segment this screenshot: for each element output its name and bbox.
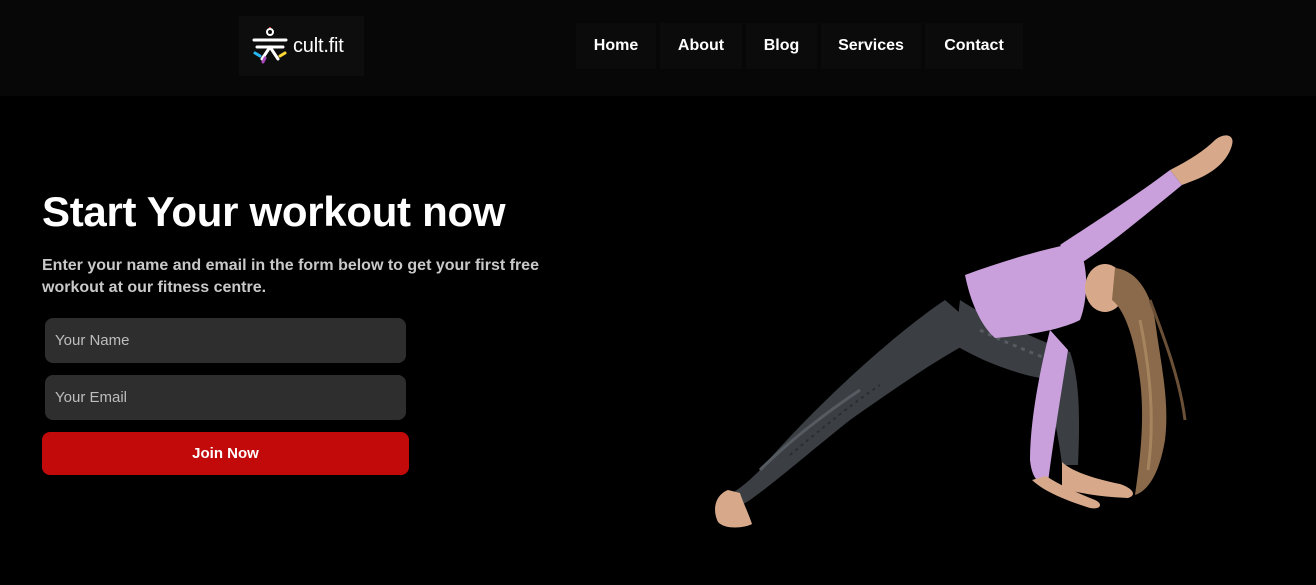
nav-services[interactable]: Services: [821, 23, 921, 69]
logo[interactable]: cult.fit: [239, 16, 364, 76]
join-now-button[interactable]: Join Now: [42, 432, 409, 475]
main-nav: Home About Blog Services Contact: [576, 23, 1027, 69]
header-bar: cult.fit Home About Blog Services Contac…: [0, 0, 1316, 96]
nav-blog[interactable]: Blog: [746, 23, 817, 69]
logo-text: cult.fit: [293, 34, 344, 57]
yoga-woman-image: [715, 135, 1233, 528]
nav-contact[interactable]: Contact: [925, 23, 1023, 69]
nav-about[interactable]: About: [660, 23, 742, 69]
hero-description: Enter your name and email in the form be…: [42, 257, 539, 296]
name-input[interactable]: [45, 318, 406, 363]
cult-fit-logo-icon: [252, 27, 288, 64]
nav-home[interactable]: Home: [576, 23, 656, 69]
email-input[interactable]: [45, 375, 406, 420]
hero-title: Start Your workout now: [42, 188, 506, 235]
